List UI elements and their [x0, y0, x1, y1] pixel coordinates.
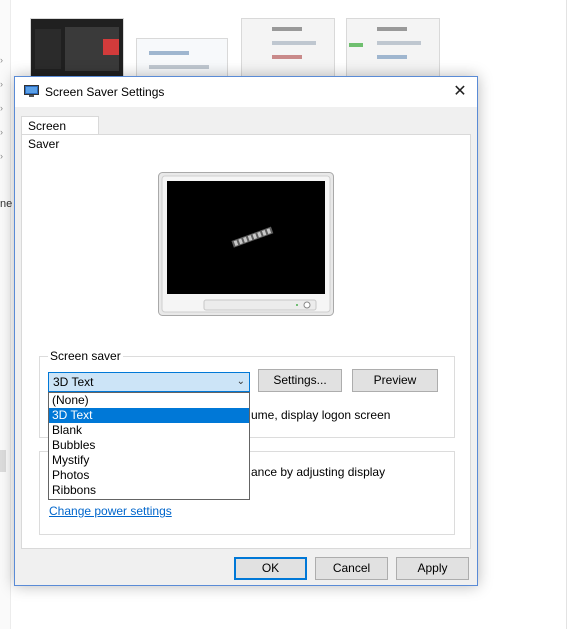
chevron-down-icon[interactable]: ⌄: [237, 373, 245, 391]
dropdown-option-none[interactable]: (None): [49, 393, 249, 408]
screen-saver-dropdown-list[interactable]: (None) 3D Text Blank Bubbles Mystify Pho…: [48, 392, 250, 500]
power-description-text: ance by adjusting display: [251, 465, 386, 479]
background-thumbnail-settings[interactable]: [241, 18, 335, 78]
background-selection-bar: [0, 450, 6, 472]
screen-saver-dialog: Screen Saver Settings ✕ Screen Saver Scr…: [14, 76, 478, 586]
dropdown-option-3d-text[interactable]: 3D Text: [49, 408, 249, 423]
close-icon: ✕: [453, 83, 467, 100]
screen-saver-combobox[interactable]: 3D Text ⌄: [48, 372, 250, 392]
chevron-right-icon: ›: [0, 151, 3, 161]
monitor-preview: [158, 172, 334, 316]
dropdown-option-bubbles[interactable]: Bubbles: [49, 438, 249, 453]
cancel-button[interactable]: Cancel: [315, 557, 388, 580]
screen-saver-group-label: Screen saver: [48, 349, 123, 363]
background-partial-text: ne: [0, 198, 13, 210]
chevron-right-icon: ›: [0, 103, 3, 113]
background-divider: [566, 0, 567, 629]
dropdown-option-ribbons[interactable]: Ribbons: [49, 483, 249, 498]
chevron-right-icon: ›: [0, 55, 3, 65]
preview-button[interactable]: Preview: [352, 369, 438, 392]
dropdown-option-photos[interactable]: Photos: [49, 468, 249, 483]
tab-screen-saver[interactable]: Screen Saver: [21, 116, 99, 151]
background-sidebar: [0, 0, 11, 629]
title-bar[interactable]: Screen Saver Settings ✕: [15, 77, 477, 107]
dropdown-option-blank[interactable]: Blank: [49, 423, 249, 438]
close-button[interactable]: ✕: [443, 77, 477, 107]
change-power-settings-link[interactable]: Change power settings: [49, 504, 172, 518]
apply-button[interactable]: Apply: [396, 557, 469, 580]
ok-button[interactable]: OK: [234, 557, 307, 580]
chevron-right-icon: ›: [0, 127, 3, 137]
screen-saver-icon: [24, 85, 39, 97]
settings-button[interactable]: Settings...: [258, 369, 342, 392]
combobox-value: 3D Text: [53, 375, 94, 389]
chevron-right-icon: ›: [0, 79, 3, 89]
background-thumbnail-dark-theme[interactable]: [30, 18, 124, 78]
on-resume-label: ume, display logon screen: [251, 408, 391, 422]
dropdown-option-mystify[interactable]: Mystify: [49, 453, 249, 468]
dialog-title: Screen Saver Settings: [45, 85, 165, 99]
background-thumbnail-settings-2[interactable]: [346, 18, 440, 78]
